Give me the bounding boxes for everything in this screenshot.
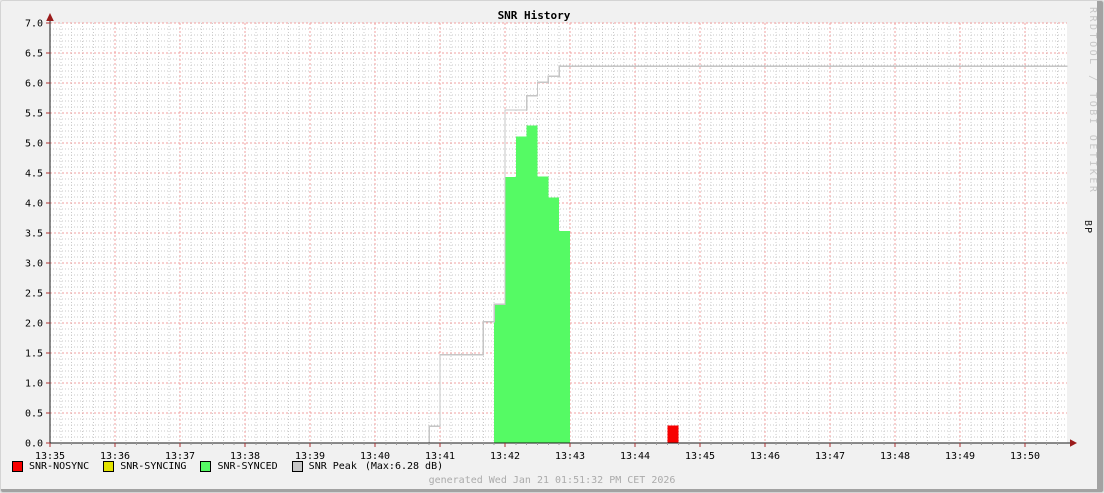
bar-snr-synced-13:42:30 [538, 177, 549, 443]
y-tick-label: 3.0 [25, 259, 43, 270]
y-axis-arrow [46, 13, 54, 21]
x-tick-label: 13:45 [685, 451, 715, 462]
right-axis-label: BP [1082, 220, 1093, 234]
legend-swatch-snr-synced [200, 461, 211, 472]
y-tick-label: 7.0 [25, 19, 43, 30]
x-tick-label: 13:49 [945, 451, 975, 462]
y-tick-label: 5.5 [25, 109, 43, 120]
y-tick-label: 4.5 [25, 169, 43, 180]
legend-item-snr-nosync: SNR-NOSYNC [12, 461, 89, 472]
legend-swatch-snr-syncing [103, 461, 114, 472]
legend-label: SNR-SYNCING [120, 461, 186, 472]
legend-swatch-snr peak [292, 461, 303, 472]
y-tick-label: 1.5 [25, 349, 43, 360]
legend-label: SNR-NOSYNC [29, 461, 89, 472]
legend-item-snr-synced: SNR-SYNCED [200, 461, 277, 472]
y-tick-label: 1.0 [25, 379, 43, 390]
x-tick-label: 13:46 [750, 451, 780, 462]
snr-history-chart: 13:3513:3613:3713:3813:3913:4013:4113:42… [1, 1, 1103, 492]
generated-timestamp: generated Wed Jan 21 01:51:32 PM CET 202… [1, 475, 1103, 486]
y-tick-label: 3.5 [25, 229, 43, 240]
y-tick-label: 6.0 [25, 79, 43, 90]
chart-legend: SNR-NOSYNC SNR-SYNCING SNR-SYNCED SNR Peak (… [12, 461, 457, 472]
y-tick-label: 2.5 [25, 289, 43, 300]
legend-swatch-snr-nosync [12, 461, 23, 472]
x-tick-label: 13:50 [1010, 451, 1040, 462]
bar-snr-synced-13:42:10 [516, 136, 527, 443]
legend-label: SNR Peak [309, 461, 357, 472]
bar-snr-synced-13:42:00 [505, 177, 516, 443]
panel-edge-right [1097, 1, 1103, 492]
series-snr-nosync [668, 426, 679, 443]
y-tick-label: 5.0 [25, 139, 43, 150]
x-tick-label: 13:43 [555, 451, 585, 462]
legend-item-snr peak: SNR Peak (Max:6.28 dB) [292, 461, 443, 472]
bar-snr-synced-13:42:50 [559, 231, 570, 443]
legend-max-note: (Max:6.28 dB) [365, 461, 443, 472]
panel-edge-bottom [1, 489, 1103, 492]
bar-snr-synced-13:41:50 [494, 304, 505, 443]
y-tick-label: 2.0 [25, 319, 43, 330]
x-tick-label: 13:44 [620, 451, 650, 462]
bar-snr-synced-13:42:20 [527, 126, 538, 443]
x-tick-label: 13:48 [880, 451, 910, 462]
y-tick-label: 0.5 [25, 409, 43, 420]
x-tick-label: 13:47 [815, 451, 845, 462]
x-tick-label: 13:42 [490, 451, 520, 462]
y-tick-label: 0.0 [25, 439, 43, 450]
legend-label: SNR-SYNCED [217, 461, 277, 472]
bar-snr-nosync-13:44:30 [668, 426, 679, 443]
rrdtool-graph-panel: SNR History 13:3513:3613:3713:3813:3913:… [0, 0, 1104, 493]
bar-snr-synced-13:42:40 [548, 198, 559, 443]
y-tick-label: 4.0 [25, 199, 43, 210]
y-tick-label: 6.5 [25, 49, 43, 60]
legend-item-snr-syncing: SNR-SYNCING [103, 461, 186, 472]
x-axis-arrow [1070, 439, 1077, 447]
